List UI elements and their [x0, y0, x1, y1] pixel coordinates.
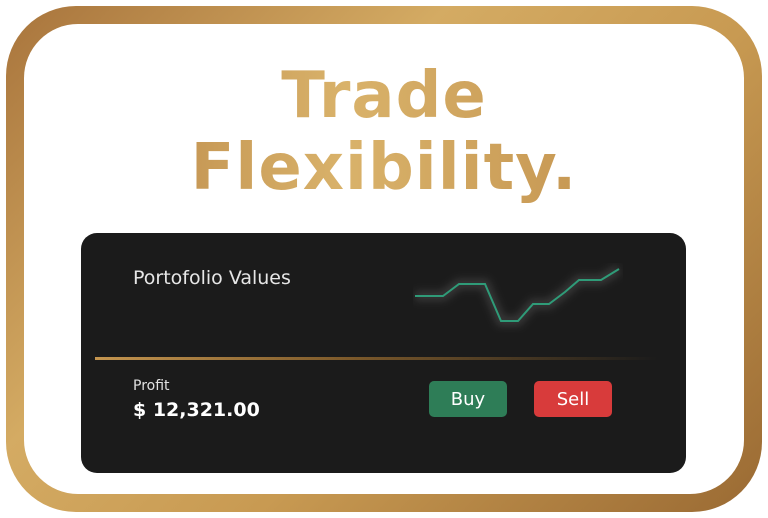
headline: Trade Flexibility. [0, 60, 768, 204]
sell-button[interactable]: Sell [534, 381, 612, 417]
portfolio-card: Portofolio Values Profit $ 12,321.00 Buy… [81, 233, 686, 473]
profit-label: Profit [133, 378, 170, 394]
card-title: Portofolio Values [133, 267, 291, 289]
headline-line-2: Flexibility. [190, 131, 578, 205]
portfolio-sparkline-icon [415, 264, 622, 326]
card-divider [95, 357, 657, 360]
profit-value: $ 12,321.00 [133, 399, 260, 421]
buy-button[interactable]: Buy [429, 381, 507, 417]
headline-line-1: Trade [281, 59, 487, 133]
